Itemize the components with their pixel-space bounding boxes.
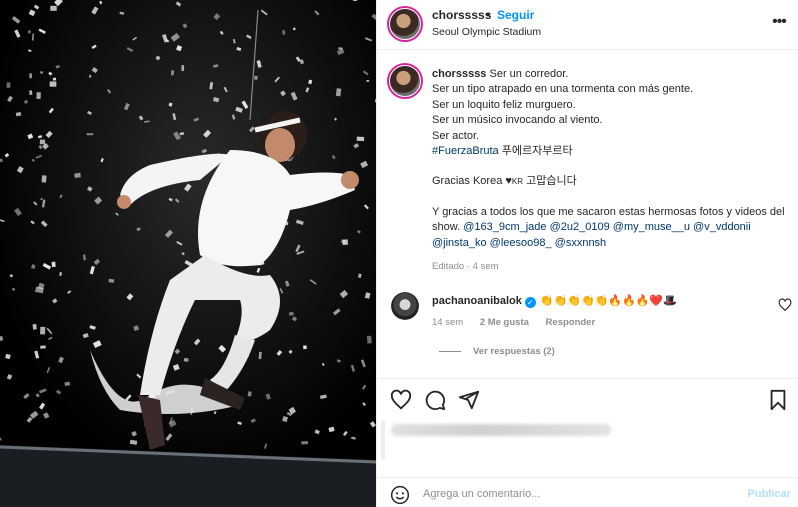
caption-line: Ser actor. xyxy=(432,129,480,142)
mention-link[interactable]: @leesoo98_ xyxy=(490,237,552,249)
bookmark-icon[interactable] xyxy=(767,389,789,411)
comment-input[interactable] xyxy=(423,486,723,502)
caption-thanks-ko: 고맙습니다 xyxy=(526,175,577,188)
follow-button[interactable]: Seguir xyxy=(497,8,534,22)
caption-korean: 푸에르자부르타 xyxy=(501,145,573,158)
mention-link[interactable]: @163_9cm_jade xyxy=(463,221,546,233)
separator-dot: • xyxy=(486,8,491,22)
reply-button[interactable]: Responder xyxy=(546,317,596,328)
caption-line: Ser un tipo atrapado en una tormenta con… xyxy=(432,83,694,96)
caption-line: Ser un loquito feliz murguero. xyxy=(432,98,576,111)
post-photo[interactable] xyxy=(0,0,376,507)
comment-composer: Publicar xyxy=(377,477,798,507)
comment: pachanoanibalok ✓ 👏👏👏👏👏🔥🔥🔥❤️🎩 xyxy=(432,294,677,308)
caption-line: Ser un corredor. xyxy=(489,68,569,80)
mention-link[interactable]: @v_vddonii xyxy=(693,221,751,233)
flag-kr: KR xyxy=(511,177,524,187)
post-caption: chorsssss Ser un corredor. Ser un tipo a… xyxy=(432,67,792,251)
scroll-indicator xyxy=(381,420,385,460)
caption-line: Ser un músico invocando al viento. xyxy=(432,114,603,127)
commenter-avatar[interactable] xyxy=(391,292,419,320)
post-panel: chorsssss • Seguir Seoul Olympic Stadium… xyxy=(376,0,798,507)
heart-icon[interactable] xyxy=(390,389,412,411)
comment-icon[interactable] xyxy=(424,389,446,411)
smiley-icon[interactable] xyxy=(390,485,410,505)
caption-edited-time: Editado · 4 sem xyxy=(432,261,499,272)
comment-likes-link[interactable]: 2 Me gusta xyxy=(480,317,529,328)
mention-link[interactable]: @2u2_0109 xyxy=(550,221,610,233)
author-username[interactable]: chorsssss xyxy=(432,8,491,22)
caption-username[interactable]: chorsssss xyxy=(432,68,486,80)
location-link[interactable]: Seoul Olympic Stadium xyxy=(432,26,541,38)
send-icon[interactable] xyxy=(458,389,480,411)
commenter-username[interactable]: pachanoanibalok xyxy=(432,295,522,307)
comment-time: 14 sem xyxy=(432,317,464,328)
likes-summary-blurred xyxy=(391,424,611,436)
mention-link[interactable]: @sxxnnsh xyxy=(555,237,607,249)
action-bar xyxy=(377,378,798,418)
hashtag-link[interactable]: #FuerzaBruta xyxy=(432,145,499,157)
verified-badge-icon: ✓ xyxy=(524,297,536,308)
publish-button[interactable]: Publicar xyxy=(748,488,791,500)
mention-link[interactable]: @jinsta_ko xyxy=(432,237,487,249)
caption-thanks: Gracias Korea ♥ xyxy=(432,175,512,188)
comment-like-icon[interactable] xyxy=(778,298,792,312)
more-options-icon[interactable]: ••• xyxy=(769,12,789,32)
author-avatar[interactable] xyxy=(387,6,423,42)
view-replies-button[interactable]: Ver respuestas (2) xyxy=(439,346,555,357)
comment-text: 👏👏👏👏👏🔥🔥🔥❤️🎩 xyxy=(539,295,677,307)
post-header: chorsssss • Seguir Seoul Olympic Stadium… xyxy=(377,0,798,50)
performer-image xyxy=(0,0,376,507)
mention-link[interactable]: @my_muse__u xyxy=(613,221,690,233)
caption-avatar[interactable] xyxy=(387,63,423,99)
comment-meta: 14 sem 2 Me gusta Responder xyxy=(432,317,609,328)
